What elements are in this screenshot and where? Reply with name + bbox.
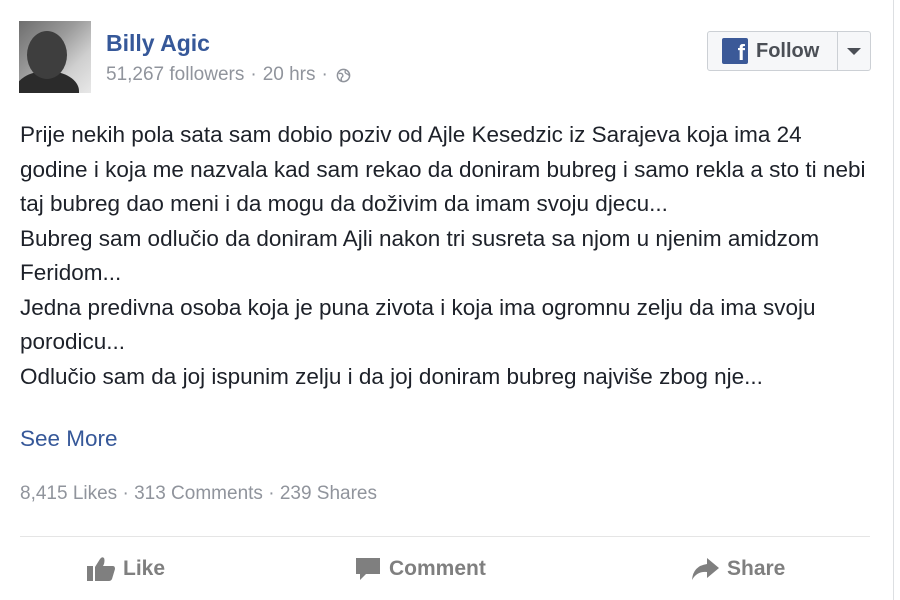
follow-options-dropdown[interactable]: [837, 32, 870, 70]
thumbs-up-icon: [87, 557, 115, 581]
stats-separator: ·: [122, 483, 135, 504]
post-body: Prije nekih pola sata sam dobio poziv od…: [20, 118, 870, 394]
like-button[interactable]: Like: [86, 548, 165, 590]
like-label: Like: [123, 557, 166, 580]
share-label: Share: [727, 557, 786, 580]
post-paragraph: Prije nekih pola sata sam dobio poziv od…: [20, 122, 866, 216]
facebook-post-card: Billy Agic 51,267 followers · 20 hrs · f…: [0, 0, 894, 600]
post-timestamp[interactable]: 20 hrs: [263, 64, 316, 86]
follower-count: 51,267 followers: [106, 64, 245, 85]
stats-separator: ·: [268, 483, 280, 504]
comment-button[interactable]: Comment: [354, 548, 486, 590]
action-divider: [20, 536, 870, 537]
chevron-down-icon: [847, 47, 861, 55]
action-bar: Like Comment Share: [0, 548, 894, 590]
post-paragraph: Bubreg sam odlučio da doniram Ajli nakon…: [20, 225, 820, 286]
share-arrow-icon: [692, 558, 719, 580]
facebook-f-logo-icon: f: [722, 38, 748, 64]
follow-button-group: f Follow: [707, 31, 871, 71]
meta-separator: ·: [321, 64, 328, 85]
comments-count[interactable]: 313 Comments: [134, 483, 263, 504]
post-paragraph: Odlučio sam da joj ispunim zelju i da jo…: [20, 363, 763, 389]
author-name[interactable]: Billy Agic: [106, 30, 210, 57]
likes-count[interactable]: 8,415 Likes: [20, 483, 117, 504]
author-avatar[interactable]: [19, 21, 91, 93]
engagement-stats: 8,415 Likes · 313 Comments · 239 Shares: [20, 483, 377, 505]
see-more-link[interactable]: See More: [20, 426, 118, 452]
meta-separator: ·: [250, 64, 257, 85]
post-meta: 51,267 followers · 20 hrs ·: [106, 64, 351, 86]
follow-label: Follow: [756, 39, 820, 62]
post-paragraph: Jedna predivna osoba koja je puna zivota…: [20, 294, 816, 355]
share-button[interactable]: Share: [690, 548, 785, 590]
comment-label: Comment: [389, 557, 486, 580]
globe-icon[interactable]: [336, 68, 351, 83]
speech-bubble-icon: [356, 558, 380, 580]
avatar-head: [27, 31, 67, 79]
shares-count[interactable]: 239 Shares: [280, 483, 377, 504]
follow-button[interactable]: f Follow: [708, 32, 837, 70]
